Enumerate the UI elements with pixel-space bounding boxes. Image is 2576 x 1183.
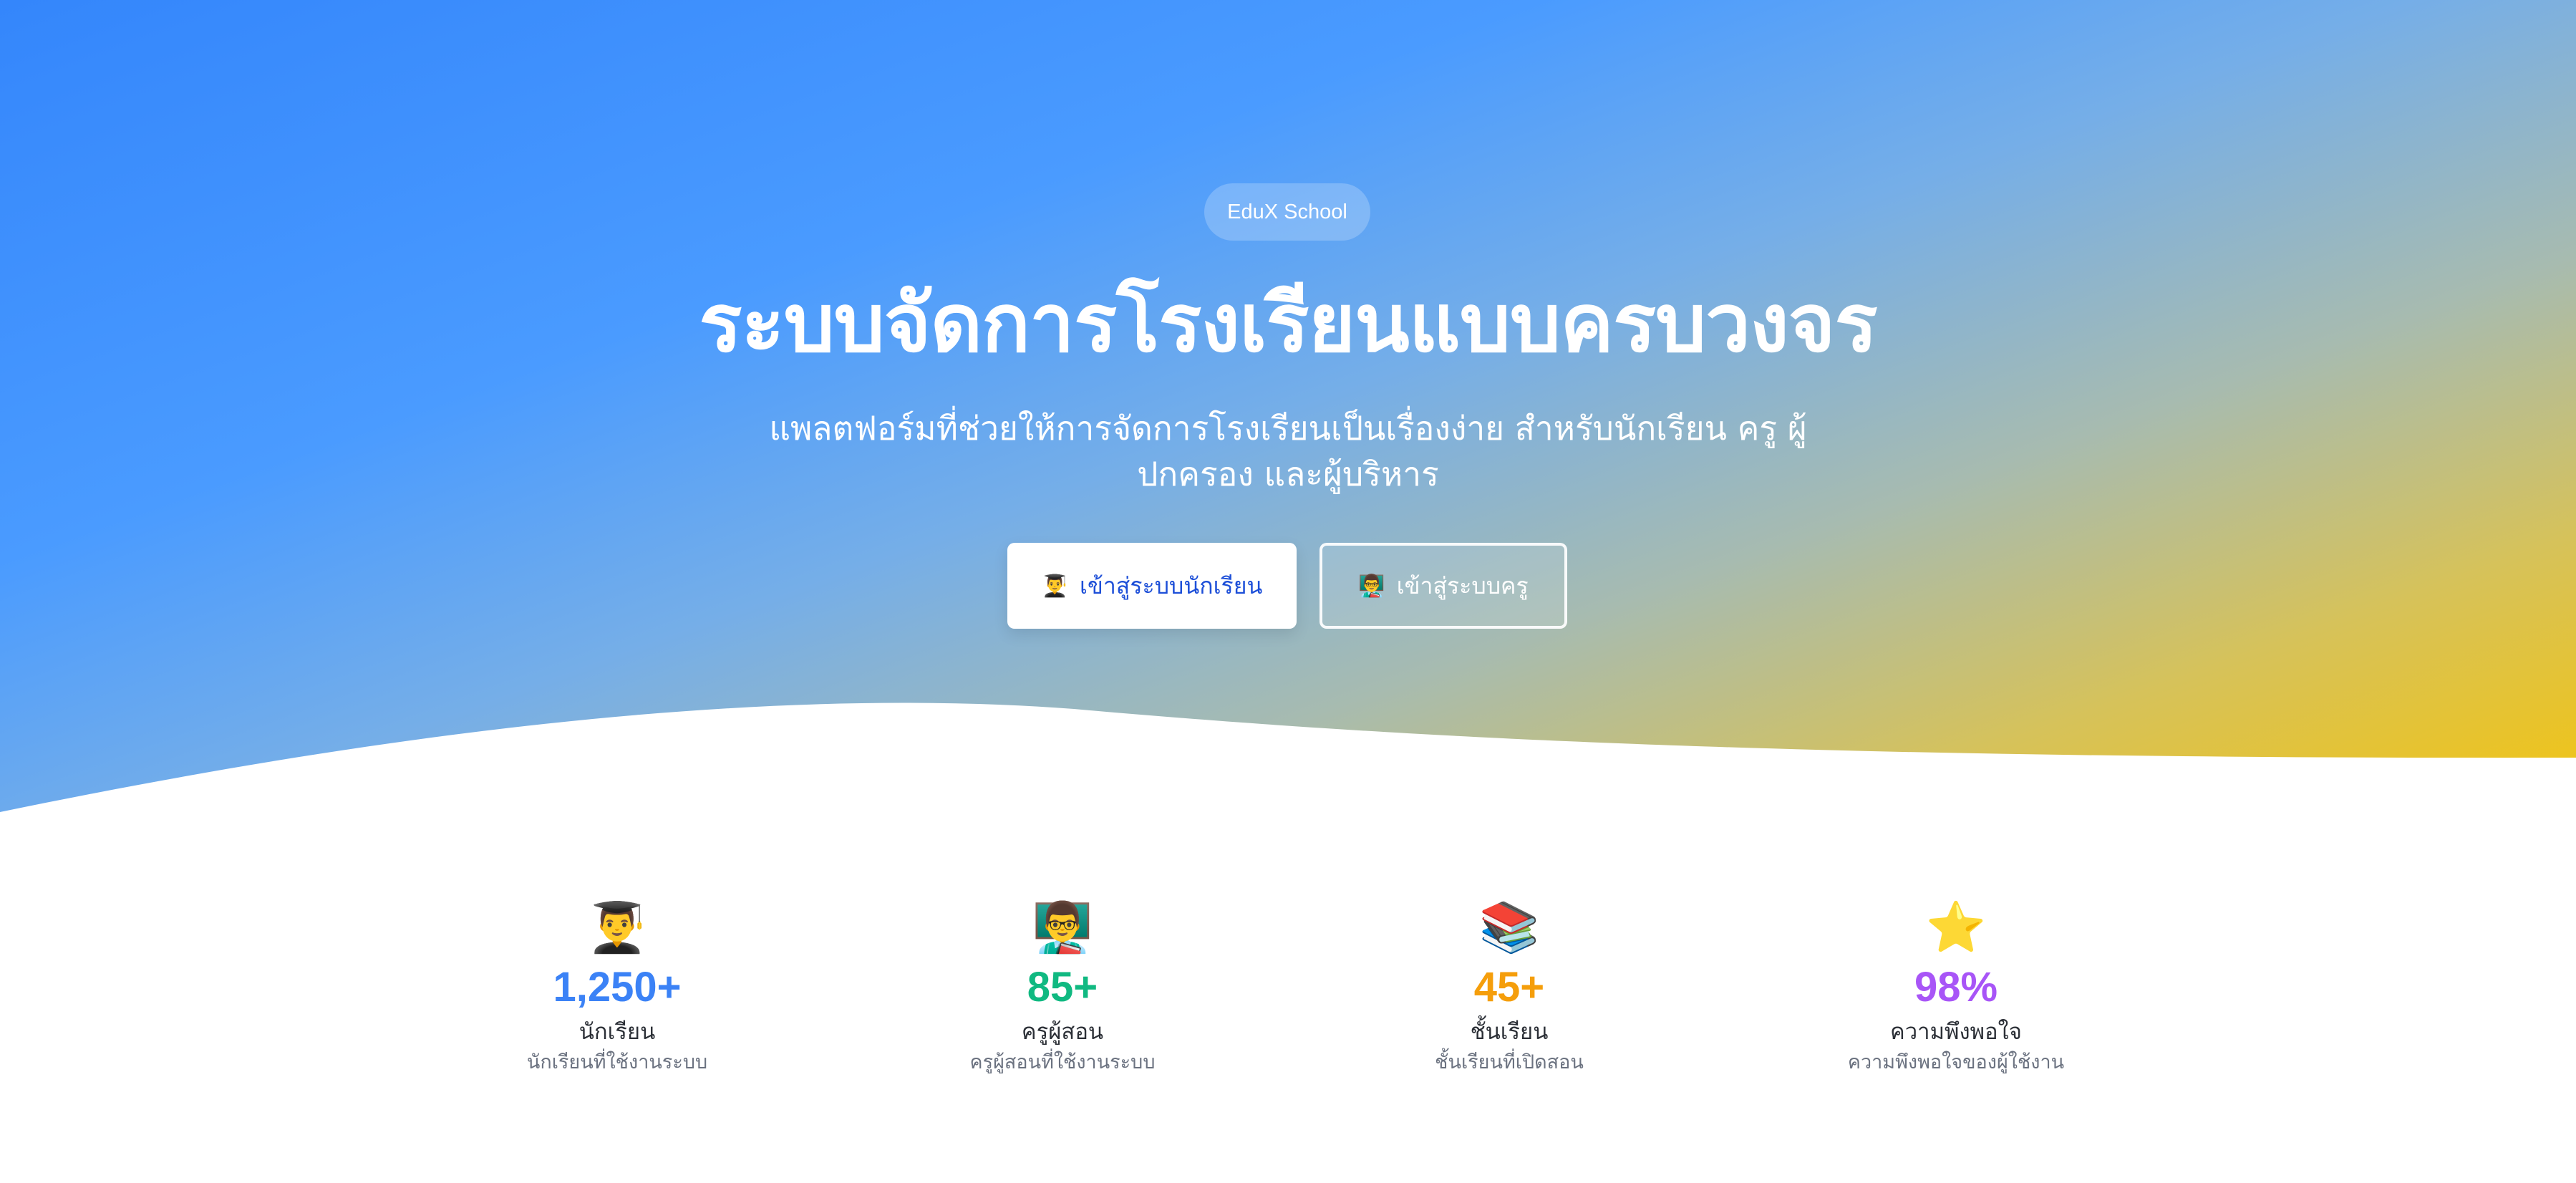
stat-description: ชั้นเรียนที่เปิดสอน <box>1435 1051 1584 1073</box>
student-icon: 👨‍🎓 <box>586 899 648 956</box>
stat-label: นักเรียน <box>578 1019 656 1045</box>
page-title: ระบบจัดการโรงเรียนแบบครบวงจร <box>699 277 1877 370</box>
stat-description: ครูผู้สอนที่ใช้งานระบบ <box>969 1051 1156 1073</box>
brand-badge: EduX School <box>1204 183 1370 241</box>
star-icon: ⭐ <box>1925 899 1987 956</box>
books-icon: 📚 <box>1478 899 1540 956</box>
stat-value: 45+ <box>1473 964 1545 1010</box>
stat-label: ครูผู้สอน <box>1021 1019 1104 1045</box>
stat-classes: 📚 45+ ชั้นเรียน ชั้นเรียนที่เปิดสอน <box>1345 898 1674 1077</box>
landing-page: EduX School ระบบจัดการโรงเรียนแบบครบวงจร… <box>0 0 2576 1183</box>
stats-section: 👨‍🎓 1,250+ นักเรียน นักเรียนที่ใช้งานระบ… <box>0 898 2576 1113</box>
stat-description: นักเรียนที่ใช้งานระบบ <box>526 1051 708 1073</box>
student-icon: 👨‍🎓 <box>1041 573 1069 599</box>
stat-teachers: 👨‍🏫 85+ ครูผู้สอน ครูผู้สอนที่ใช้งานระบบ <box>898 898 1227 1077</box>
stat-label: ชั้นเรียน <box>1470 1019 1549 1045</box>
teacher-login-button[interactable]: 👨‍🏫 เข้าสู่ระบบครู <box>1320 543 1567 629</box>
hero-subtitle: แพลตฟอร์มที่ช่วยให้การจัดการโรงเรียนเป็น… <box>769 409 1807 493</box>
teacher-login-label: เข้าสู่ระบบครู <box>1396 571 1529 599</box>
stat-value: 1,250+ <box>553 964 682 1010</box>
stat-students: 👨‍🎓 1,250+ นักเรียน นักเรียนที่ใช้งานระบ… <box>452 898 782 1077</box>
stat-description: ความพึงพอใจของผู้ใช้งาน <box>1847 1051 2065 1073</box>
stat-label: ความพึงพอใจ <box>1890 1019 2022 1045</box>
student-login-button[interactable]: 👨‍🎓 เข้าสู่ระบบนักเรียน <box>1007 543 1297 629</box>
teacher-icon: 👨‍🏫 <box>1032 899 1093 956</box>
teacher-icon: 👨‍🏫 <box>1358 573 1385 599</box>
stat-satisfaction: ⭐ 98% ความพึงพอใจ ความพึงพอใจของผู้ใช้งา… <box>1791 898 2121 1077</box>
stat-value: 85+ <box>1027 964 1098 1010</box>
stat-value: 98% <box>1914 964 1998 1010</box>
student-login-label: เข้าสู่ระบบนักเรียน <box>1080 571 1263 599</box>
